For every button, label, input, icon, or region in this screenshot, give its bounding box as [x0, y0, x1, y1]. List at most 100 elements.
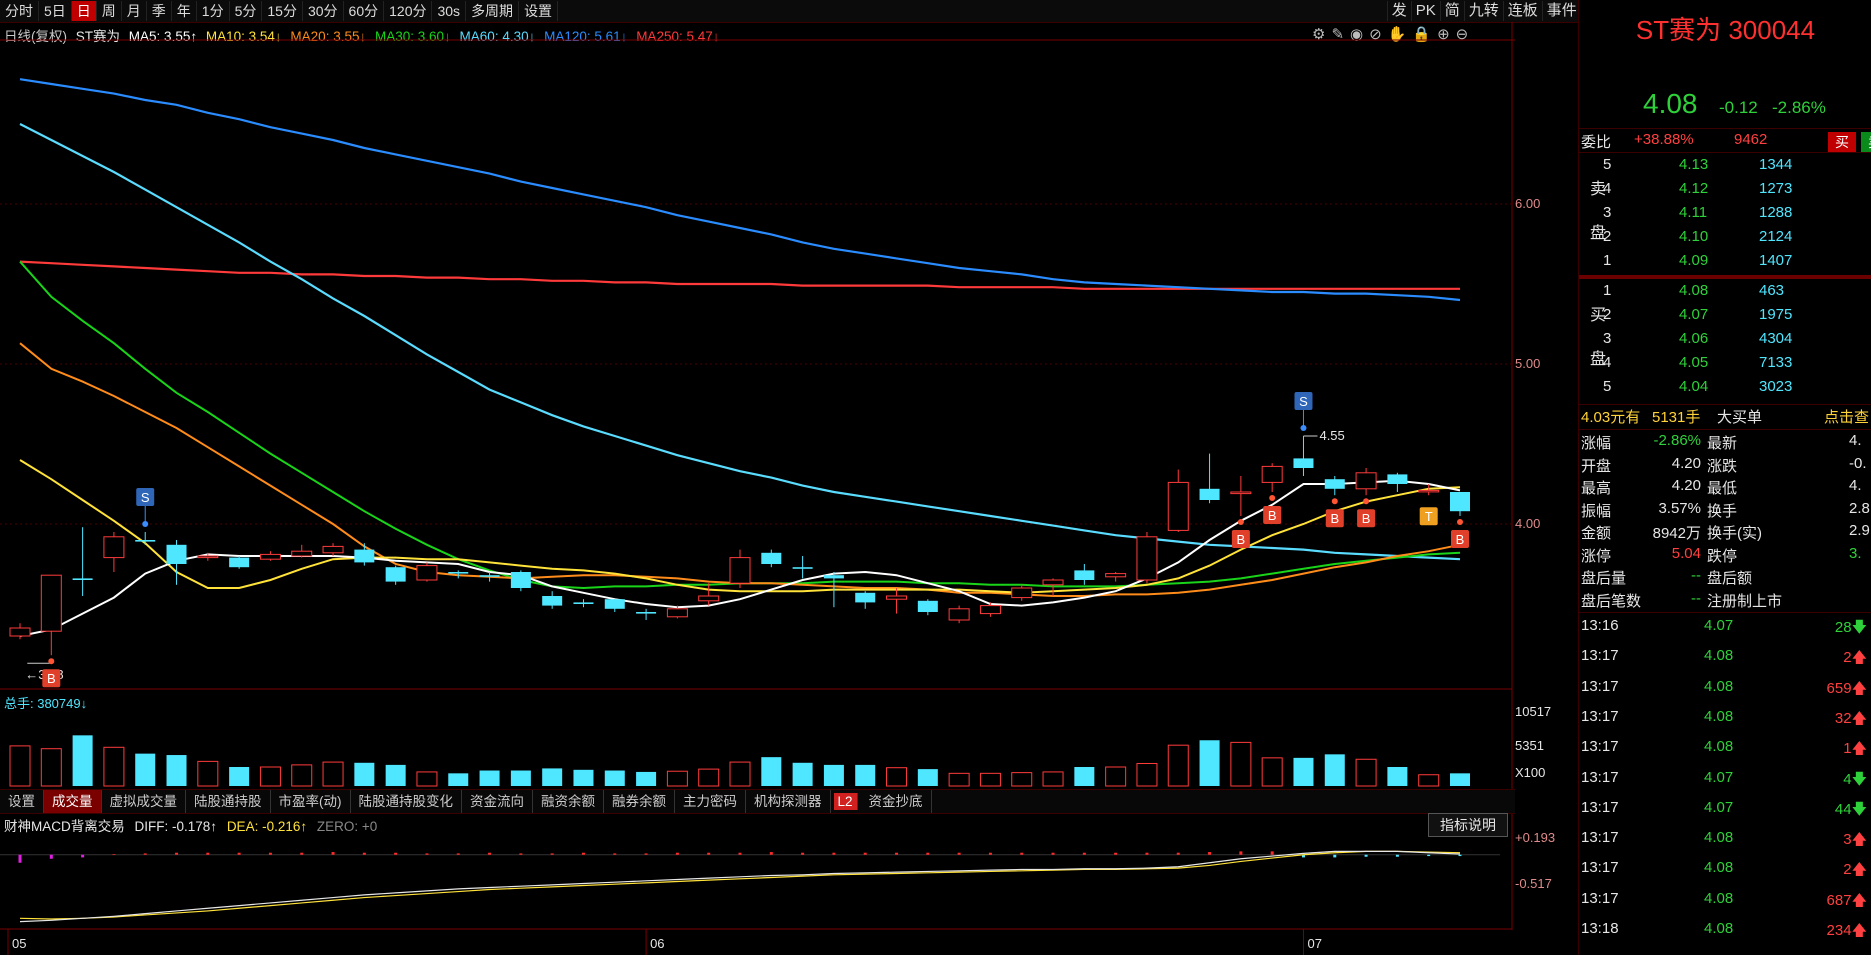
tick-time: 13:17 — [1581, 859, 1619, 877]
volume-bar — [698, 768, 720, 787]
volume-bar — [1074, 767, 1095, 786]
tick-row: 13:17 4.08 659🡅 — [1579, 678, 1871, 700]
candle-body — [322, 545, 344, 554]
signal-dot — [1237, 519, 1244, 525]
indicator-tab-1[interactable]: 成交量 — [44, 790, 102, 813]
candle-body — [103, 536, 125, 559]
indicator-tab-3[interactable]: 陆股通持股 — [186, 790, 271, 813]
bid-row: 3 4.06 4304 — [1579, 330, 1871, 352]
indicator-tab-7[interactable]: 融资余额 — [533, 790, 604, 813]
indicator-tab-5[interactable]: 陆股通持股变化 — [351, 790, 462, 813]
candle-body — [1136, 536, 1158, 581]
candle-body — [1355, 472, 1377, 490]
indicator-tab-8[interactable]: 融券余额 — [604, 790, 675, 813]
indicator-tab-0[interactable]: 设置 — [0, 790, 44, 813]
candle-body — [448, 572, 469, 574]
candle-body — [1074, 570, 1095, 580]
bid-level: 2 — [1603, 306, 1612, 323]
tick-time: 13:17 — [1581, 768, 1619, 786]
volume-bar — [1199, 740, 1220, 786]
sell-button[interactable]: 卖 — [1861, 132, 1871, 152]
tick-volume: 32🡅 — [1834, 709, 1867, 727]
big-order-text: 大买单 — [1717, 409, 1763, 426]
candle-body — [1293, 458, 1314, 468]
signal-dot — [1269, 495, 1276, 501]
stat-value: 4.20 — [1671, 454, 1701, 472]
candle-body — [1230, 491, 1252, 495]
candle-body — [479, 575, 500, 577]
stat-label: 最新 — [1707, 435, 1738, 452]
ask-price: 4.12 — [1679, 180, 1709, 197]
bid-row: 1 4.08 463 — [1579, 282, 1871, 304]
ma-line-ma120 — [19, 78, 1461, 302]
bid-volume: 4304 — [1759, 330, 1793, 347]
volume-bar — [542, 768, 563, 786]
tick-price: 4.08 — [1704, 647, 1734, 665]
volume-bar — [40, 748, 62, 787]
ask-volume: 2124 — [1759, 228, 1793, 245]
volume-bar — [322, 761, 344, 787]
tick-time: 13:18 — [1581, 920, 1619, 937]
indicator-tab-10[interactable]: 机构探测器 — [746, 790, 831, 813]
volume-bar — [291, 764, 313, 787]
x-tick-label: 07 — [1307, 936, 1321, 951]
indicator-tab-9[interactable]: 主力密码 — [675, 790, 746, 813]
candle-body — [40, 574, 62, 632]
webi-label: 委比 — [1581, 134, 1612, 151]
ask-level: 2 — [1603, 228, 1612, 245]
tick-volume: 2🡅 — [1843, 649, 1867, 667]
webi-value: +38.88% — [1634, 131, 1694, 148]
tick-price: 4.08 — [1704, 859, 1734, 877]
volume-title: 总手: 380749↓ — [4, 696, 88, 711]
stock-title: ST赛为 300044 — [1635, 15, 1816, 45]
macd-y-label: -0.517 — [1515, 876, 1552, 891]
indicator-tab-2[interactable]: 虚拟成交量 — [102, 790, 186, 813]
candle-body — [666, 608, 688, 618]
indicator-tab-6[interactable]: 资金流向 — [462, 790, 533, 813]
candle-body — [1261, 465, 1283, 483]
stat-row: 开盘 4.20 涨跌 -0. — [1579, 455, 1871, 477]
volume-bar — [729, 761, 751, 787]
volume-bar — [510, 770, 531, 786]
indicator-tab-11[interactable]: L2 — [833, 793, 858, 810]
volume-y-label: 5351 — [1515, 738, 1544, 753]
macd-zero-label: ZERO: +0 — [316, 819, 378, 834]
buy-button[interactable]: 买 — [1828, 132, 1856, 152]
tick-time: 13:17 — [1581, 738, 1619, 756]
volume-bar — [979, 772, 1001, 787]
candle-body — [291, 550, 313, 557]
indicator-tab-12[interactable]: 资金抄底 — [861, 790, 932, 813]
tick-row: 13:16 4.07 28🡇 — [1579, 617, 1871, 639]
indicator-explain-button[interactable]: 指标说明 — [1428, 813, 1508, 837]
price-change: -0.12 — [1719, 98, 1758, 117]
tick-volume: 3🡅 — [1843, 831, 1867, 849]
stat-label: 跌停 — [1707, 547, 1738, 565]
indicator-tab-4[interactable]: 市盈率(动) — [271, 790, 351, 813]
candle-body — [636, 612, 657, 614]
volume-bar — [1293, 757, 1314, 786]
webi-diff: 9462 — [1734, 131, 1768, 148]
volume-bar — [666, 770, 688, 787]
stat-label: 最高 — [1581, 480, 1612, 497]
volume-bar — [761, 757, 782, 786]
bid-level: 3 — [1603, 330, 1612, 347]
volume-bar — [948, 772, 970, 787]
stat-value: -0. — [1849, 454, 1867, 472]
macd-diff-label: DIFF: -0.178↑ — [134, 819, 218, 834]
big-order-link[interactable]: 点击查 — [1824, 406, 1869, 427]
volume-bar — [1324, 754, 1345, 786]
tick-volume: 234🡅 — [1826, 922, 1867, 939]
ma-line-ma250 — [19, 260, 1460, 290]
stat-value: 4. — [1849, 432, 1862, 449]
ask-row: 2 4.10 2124 — [1579, 228, 1871, 250]
bid-volume: 463 — [1759, 282, 1785, 299]
volume-bar — [354, 762, 375, 786]
candle-body — [1324, 479, 1345, 489]
candle-body — [510, 572, 531, 588]
stat-row: 盘后量 -- 盘后额 — [1579, 567, 1871, 589]
stat-label: 开盘 — [1581, 457, 1612, 475]
stat-value: 2.8 — [1849, 499, 1870, 517]
stat-value: 4. — [1849, 477, 1862, 494]
ask-volume: 1407 — [1759, 252, 1793, 269]
tick-time: 13:17 — [1581, 677, 1619, 695]
